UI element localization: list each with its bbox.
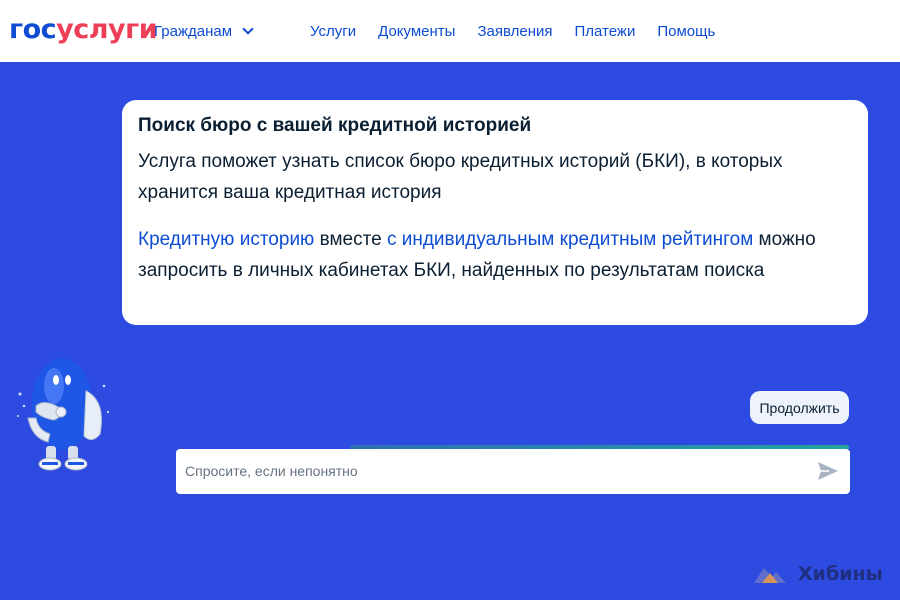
gosuslugi-logo[interactable]: госуслуги [9,14,158,46]
service-extra-info: Кредитную историю вместе с индивидуальны… [138,224,852,286]
chat-input[interactable] [185,459,805,483]
send-icon[interactable] [817,461,839,481]
logo-part-gos: гос [9,14,57,45]
nav-item-documents[interactable]: Документы [378,23,455,40]
main-nav: Услуги Документы Заявления Платежи Помощ… [310,23,737,40]
service-description: Услуга поможет узнать список бюро кредит… [138,151,783,203]
logo-part-uslugi: услуги [56,14,158,45]
watermark-text: Хибины [798,563,883,585]
chat-input-box [176,449,850,494]
robot-mascot-icon [17,358,110,471]
nav-item-applications[interactable]: Заявления [477,23,552,40]
mountain-logo-icon [754,568,786,583]
nav-item-help[interactable]: Помощь [657,23,715,40]
top-header: госуслуги Гражданам Услуги Документы Зая… [0,0,900,62]
chevron-down-icon [242,23,254,35]
credit-rating-link[interactable]: с индивидуальным кредитным рейтингом [387,229,753,250]
service-title: Поиск бюро с вашей кредитной историей [138,115,532,136]
citizen-dropdown[interactable]: Гражданам [154,23,254,40]
nav-item-payments[interactable]: Платежи [575,23,636,40]
service-info-card: Поиск бюро с вашей кредитной историей Ус… [122,100,868,325]
citizen-dropdown-label: Гражданам [154,23,233,40]
continue-button[interactable]: Продолжить [750,391,849,424]
info-mid-text: вместе [314,229,387,250]
nav-item-services[interactable]: Услуги [310,23,356,40]
watermark: Хибины [752,563,883,585]
credit-history-link[interactable]: Кредитную историю [138,229,314,250]
